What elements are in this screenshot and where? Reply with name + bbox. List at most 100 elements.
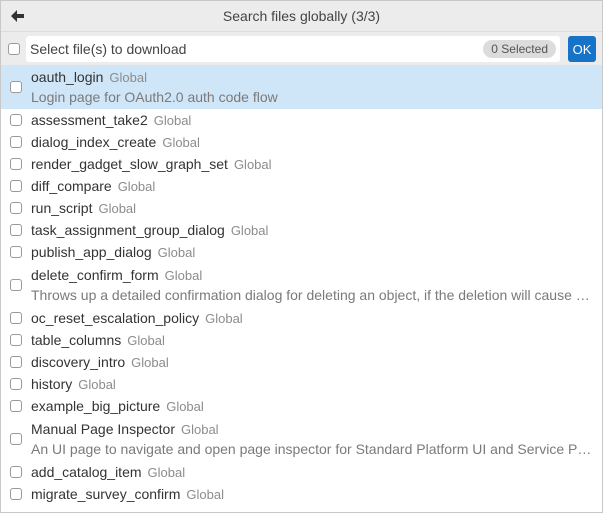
file-description: An UI page to navigate and open page ins… bbox=[31, 441, 594, 457]
search-files-dialog: Search files globally (3/3) 0 Selected O… bbox=[0, 0, 603, 513]
file-name: migrate_survey_confirm bbox=[31, 486, 181, 502]
list-item-checkbox[interactable] bbox=[10, 158, 22, 170]
file-name: history bbox=[31, 376, 73, 392]
scope-label: Global bbox=[153, 113, 192, 128]
list-item[interactable]: discovery_intro Global bbox=[1, 351, 602, 373]
list-item[interactable]: table_columns Global bbox=[1, 329, 602, 351]
list-item[interactable]: history Global bbox=[1, 373, 602, 395]
list-item[interactable]: migrate_survey_confirm Global bbox=[1, 483, 602, 505]
list-item-text: example_big_picture Global bbox=[31, 398, 594, 414]
list-item-header: run_script Global bbox=[31, 200, 594, 216]
file-name: oauth_login bbox=[31, 69, 104, 85]
list-item-text: table_columns Global bbox=[31, 332, 594, 348]
list-item-text: assessment_take2 Global bbox=[31, 112, 594, 128]
list-item-checkbox[interactable] bbox=[10, 180, 22, 192]
list-item-text: publish_app_dialog Global bbox=[31, 244, 594, 260]
list-item-text: discovery_intro Global bbox=[31, 354, 594, 370]
file-name: discovery_intro bbox=[31, 354, 126, 370]
list-item[interactable]: diff_compare Global bbox=[1, 175, 602, 197]
list-item-checkbox[interactable] bbox=[10, 312, 22, 324]
list-item-checkbox[interactable] bbox=[10, 224, 22, 236]
list-item-checkbox[interactable] bbox=[10, 114, 22, 126]
list-item-header: render_gadget_slow_graph_set Global bbox=[31, 156, 594, 172]
file-name: table_columns bbox=[31, 332, 122, 348]
file-name: oc_reset_escalation_policy bbox=[31, 310, 200, 326]
list-item-header: oauth_login Global bbox=[31, 69, 594, 85]
list-item[interactable]: delete_confirm_form Global Throws up a det… bbox=[1, 263, 602, 307]
scope-label: Global bbox=[157, 245, 196, 260]
list-item[interactable]: oauth_login Global Login page for OAuth2.0… bbox=[1, 65, 602, 109]
list-item-checkbox[interactable] bbox=[10, 400, 22, 412]
scope-label: Global bbox=[186, 487, 224, 502]
list-item-checkbox[interactable] bbox=[10, 279, 22, 291]
list-item[interactable]: example_big_picture Global bbox=[1, 395, 602, 417]
list-item-text: dialog_index_create Global bbox=[31, 134, 594, 150]
list-item-text: migrate_survey_confirm Global bbox=[31, 486, 594, 502]
list-item-text: add_catalog_item Global bbox=[31, 464, 594, 480]
list-item-header: assessment_take2 Global bbox=[31, 112, 594, 128]
list-item-checkbox[interactable] bbox=[10, 356, 22, 368]
scope-label: Global bbox=[147, 465, 186, 480]
list-item-text: render_gadget_slow_graph_set Global bbox=[31, 156, 594, 172]
list-item-header: table_columns Global bbox=[31, 332, 594, 348]
scope-label: Global bbox=[230, 223, 269, 238]
scope-label: Global bbox=[78, 377, 116, 392]
list-item-header: oc_reset_escalation_policy Global bbox=[31, 310, 594, 326]
list-item-header: example_big_picture Global bbox=[31, 398, 594, 414]
search-field: 0 Selected bbox=[26, 36, 560, 62]
search-bar: 0 Selected OK bbox=[1, 32, 602, 67]
file-list: oauth_login Global Login page for OAuth2.0… bbox=[1, 65, 602, 512]
file-name: Manual Page Inspector bbox=[31, 421, 175, 437]
scope-label: Global bbox=[233, 157, 272, 172]
scope-label: Global bbox=[127, 333, 165, 348]
scope-label: Global bbox=[180, 422, 219, 437]
file-name: publish_app_dialog bbox=[31, 244, 152, 260]
list-item-checkbox[interactable] bbox=[10, 136, 22, 148]
file-name: assessment_take2 bbox=[31, 112, 148, 128]
back-button[interactable] bbox=[9, 7, 27, 25]
selected-count-badge: 0 Selected bbox=[483, 40, 556, 58]
file-name: run_script bbox=[31, 200, 93, 216]
file-name: delete_confirm_form bbox=[31, 267, 159, 283]
list-item-checkbox[interactable] bbox=[10, 202, 22, 214]
list-item[interactable]: assessment_take2 Global bbox=[1, 109, 602, 131]
scope-label: Global bbox=[164, 268, 203, 283]
list-item[interactable]: run_script Global bbox=[1, 197, 602, 219]
select-all-checkbox[interactable] bbox=[8, 43, 20, 55]
scope-label: Global bbox=[109, 70, 147, 85]
file-name: task_assignment_group_dialog bbox=[31, 222, 225, 238]
list-item[interactable]: add_catalog_item Global bbox=[1, 461, 602, 483]
list-item[interactable]: oc_reset_escalation_policy Global bbox=[1, 307, 602, 329]
list-item-checkbox[interactable] bbox=[10, 488, 22, 500]
list-item-checkbox[interactable] bbox=[10, 378, 22, 390]
scope-label: Global bbox=[166, 399, 204, 414]
list-item-text: delete_confirm_form Global Throws up a det… bbox=[31, 267, 594, 303]
list-item[interactable]: dialog_index_create Global bbox=[1, 131, 602, 153]
scope-label: Global bbox=[162, 135, 200, 150]
list-item[interactable]: publish_app_dialog Global bbox=[1, 241, 602, 263]
file-name: dialog_index_create bbox=[31, 134, 157, 150]
ok-button[interactable]: OK bbox=[568, 36, 596, 62]
list-item-checkbox[interactable] bbox=[10, 466, 22, 478]
list-item[interactable]: task_assignment_group_dialog Global bbox=[1, 219, 602, 241]
list-item-checkbox[interactable] bbox=[10, 246, 22, 258]
scope-label: Global bbox=[205, 311, 243, 326]
file-description: Login page for OAuth2.0 auth code flow bbox=[31, 89, 278, 105]
list-item-text: oc_reset_escalation_policy Global bbox=[31, 310, 594, 326]
list-item-checkbox[interactable] bbox=[10, 81, 22, 93]
list-item-text: history Global bbox=[31, 376, 594, 392]
title-bar: Search files globally (3/3) bbox=[1, 1, 602, 32]
list-item-text: Manual Page Inspector Global An UI page to… bbox=[31, 421, 594, 457]
list-item-header: add_catalog_item Global bbox=[31, 464, 594, 480]
list-item-checkbox[interactable] bbox=[10, 433, 22, 445]
file-name: render_gadget_slow_graph_set bbox=[31, 156, 228, 172]
list-item-checkbox[interactable] bbox=[10, 334, 22, 346]
scope-label: Global bbox=[117, 179, 156, 194]
list-item-header: task_assignment_group_dialog Global bbox=[31, 222, 594, 238]
scope-label: Global bbox=[131, 355, 169, 370]
list-item[interactable]: render_gadget_slow_graph_set Global bbox=[1, 153, 602, 175]
list-item-header: history Global bbox=[31, 376, 594, 392]
list-item[interactable]: Manual Page Inspector Global An UI page to… bbox=[1, 417, 602, 461]
list-item-header: dialog_index_create Global bbox=[31, 134, 594, 150]
search-input[interactable] bbox=[30, 41, 478, 57]
